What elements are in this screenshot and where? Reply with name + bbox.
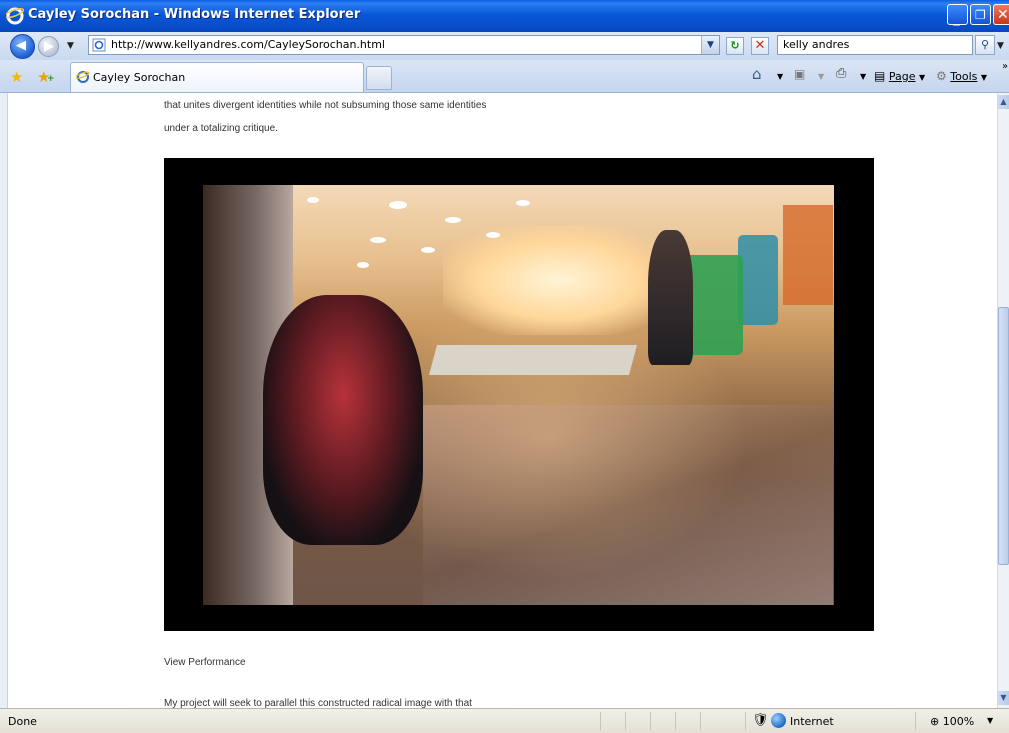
body-text-line: under a totalizing critique. bbox=[164, 123, 278, 134]
refresh-icon: ↻ bbox=[730, 39, 740, 52]
view-performance-link[interactable]: View Performance bbox=[164, 657, 246, 668]
minimize-button[interactable]: _ bbox=[947, 4, 968, 25]
address-toolbar: ◀ ▶ ▼ http://www.kellyandres.com/CayleyS… bbox=[0, 32, 1009, 60]
address-dropdown-button[interactable]: ▼ bbox=[701, 36, 719, 54]
protected-mode-icon[interactable]: 🛡 bbox=[752, 713, 769, 728]
forward-button[interactable]: ▶ bbox=[38, 36, 59, 57]
tab-cayley-sorochan[interactable]: Cayley Sorochan bbox=[70, 62, 364, 92]
search-query: kelly andres bbox=[783, 38, 850, 51]
feeds-dropdown[interactable]: ▼ bbox=[818, 69, 824, 82]
vertical-scrollbar[interactable]: ▲ ▼ bbox=[997, 93, 1009, 708]
zoom-dropdown[interactable]: ▼ bbox=[987, 716, 993, 725]
status-divider bbox=[700, 712, 701, 730]
stop-icon: ✕ bbox=[754, 38, 766, 53]
chevron-more-icon[interactable]: » bbox=[1002, 61, 1008, 72]
status-divider bbox=[675, 712, 676, 730]
body-text-line: that unites divergent identities while n… bbox=[164, 100, 487, 111]
back-button[interactable]: ◀ bbox=[10, 34, 35, 59]
home-dropdown[interactable]: ▼ bbox=[777, 69, 783, 82]
page-content: that unites divergent identities while n… bbox=[8, 93, 997, 708]
scroll-down-icon[interactable]: ▼ bbox=[998, 691, 1009, 705]
feeds-icon[interactable]: ▣ bbox=[794, 67, 805, 81]
ie-logo-icon bbox=[6, 7, 24, 25]
zoom-value: 100% bbox=[942, 715, 975, 728]
scrollbar-thumb[interactable] bbox=[998, 307, 1009, 565]
scene-orange-display bbox=[783, 205, 833, 305]
zoom-level[interactable]: ⊕ 100% bbox=[930, 715, 974, 728]
add-plus-icon: + bbox=[47, 74, 55, 84]
close-icon: ✕ bbox=[997, 7, 1009, 23]
scene-reflective-floor bbox=[423, 405, 833, 605]
tab-command-bar: ★ ★ + Cayley Sorochan ⌂ ▼ ▣ ▼ ⎙ ▼ ▤ Page… bbox=[0, 60, 1009, 93]
status-bar: Done 🛡 Internet ⊕ 100% ▼ bbox=[0, 708, 1009, 733]
zoom-magnifier-icon: ⊕ bbox=[930, 715, 940, 728]
gear-icon: ⚙ bbox=[936, 69, 947, 83]
search-options-dropdown[interactable]: ▼ bbox=[997, 41, 1004, 51]
refresh-button[interactable]: ↻ bbox=[726, 37, 744, 55]
recent-pages-dropdown[interactable]: ▼ bbox=[67, 41, 74, 51]
page-ie-icon bbox=[92, 38, 106, 52]
favorites-star-icon[interactable]: ★ bbox=[10, 68, 23, 86]
stop-button[interactable]: ✕ bbox=[751, 37, 769, 55]
tools-menu-label: Tools bbox=[950, 70, 978, 83]
home-icon[interactable]: ⌂ bbox=[752, 65, 762, 83]
video-frame-mall-scene[interactable]: ▶ ❚❚ ■ 🔊 bbox=[203, 185, 834, 605]
search-button[interactable]: ⚲ bbox=[975, 35, 995, 55]
restore-icon: ❐ bbox=[975, 8, 986, 22]
back-arrow-icon: ◀ bbox=[16, 38, 26, 53]
left-frame-border bbox=[0, 93, 8, 708]
status-divider bbox=[915, 712, 916, 730]
address-url: http://www.kellyandres.com/CayleySorocha… bbox=[111, 38, 385, 51]
security-zone-label[interactable]: Internet bbox=[790, 715, 834, 728]
title-bar: Cayley Sorochan - Windows Internet Explo… bbox=[0, 0, 1009, 32]
video-player[interactable]: ▶ ❚❚ ■ 🔊 bbox=[164, 158, 874, 631]
status-divider bbox=[625, 712, 626, 730]
scene-teal-clothes bbox=[738, 235, 778, 325]
page-menu-button[interactable]: ▤ Page ▼ bbox=[874, 69, 925, 83]
search-input[interactable]: kelly andres bbox=[777, 35, 973, 55]
page-menu-label: Page bbox=[888, 70, 916, 83]
window-title: Cayley Sorochan - Windows Internet Explo… bbox=[28, 7, 361, 22]
body-text-line: My project will seek to parallel this co… bbox=[164, 698, 472, 708]
print-dropdown[interactable]: ▼ bbox=[860, 69, 866, 82]
tools-menu-button[interactable]: ⚙ Tools ▼ bbox=[936, 69, 987, 83]
scene-person bbox=[648, 230, 693, 365]
status-divider bbox=[650, 712, 651, 730]
status-text: Done bbox=[8, 715, 37, 728]
page-icon: ▤ bbox=[874, 69, 886, 83]
print-icon[interactable]: ⎙ bbox=[836, 66, 846, 81]
status-divider bbox=[600, 712, 601, 730]
scene-stroller-foreground bbox=[263, 295, 423, 545]
scene-display-table bbox=[428, 345, 638, 375]
scroll-up-icon[interactable]: ▲ bbox=[998, 95, 1009, 109]
forward-arrow-icon: ▶ bbox=[44, 39, 54, 54]
status-divider bbox=[745, 712, 746, 730]
tab-ie-icon bbox=[76, 71, 90, 83]
internet-zone-globe-icon bbox=[771, 713, 786, 728]
search-icon: ⚲ bbox=[980, 38, 990, 51]
minimize-icon: _ bbox=[953, 10, 960, 26]
maximize-button[interactable]: ❐ bbox=[970, 4, 991, 25]
address-bar[interactable]: http://www.kellyandres.com/CayleySorocha… bbox=[88, 35, 720, 55]
new-tab-button[interactable] bbox=[366, 66, 392, 90]
tab-label: Cayley Sorochan bbox=[93, 71, 186, 84]
close-window-button[interactable]: ✕ bbox=[993, 4, 1009, 25]
